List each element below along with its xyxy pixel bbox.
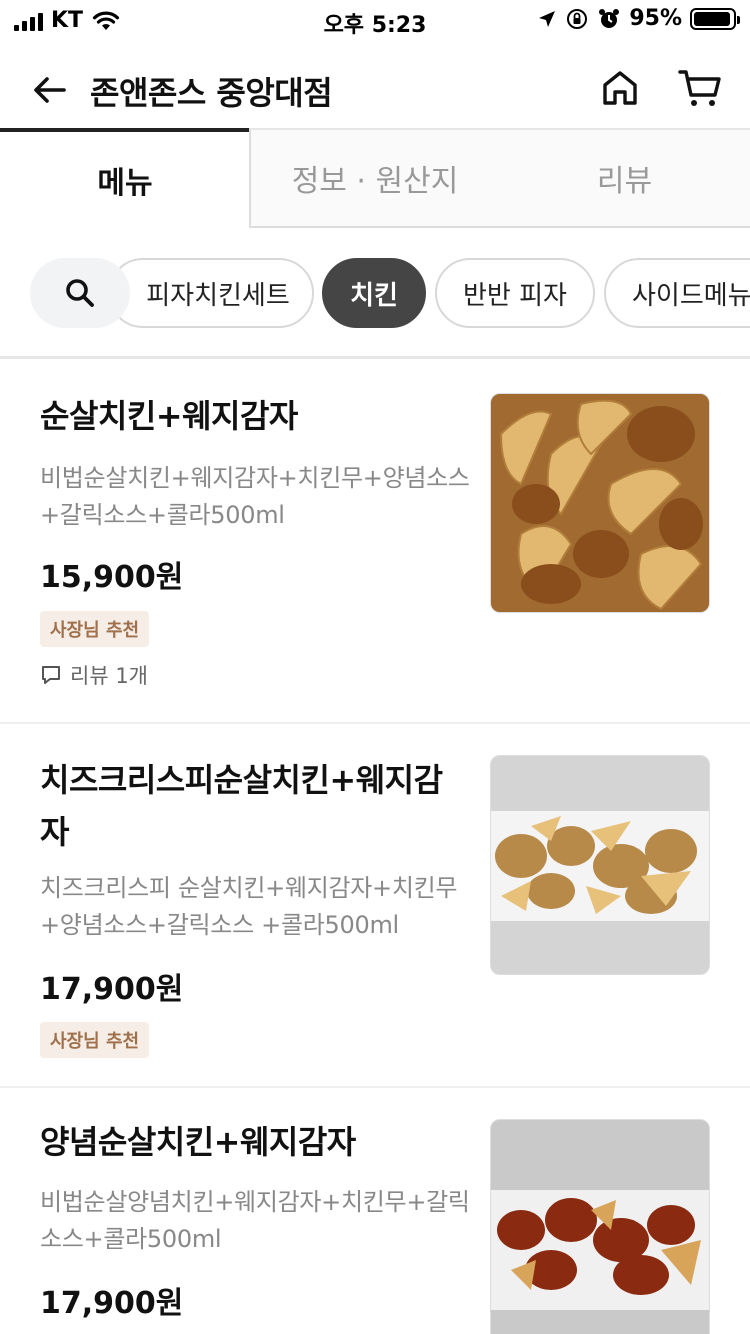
menu-item-photo (490, 755, 710, 975)
back-button[interactable] (28, 68, 72, 112)
menu-item-name: 치즈크리스피순살치킨+웨지감자 (40, 761, 443, 851)
home-icon (603, 71, 637, 105)
cart-icon (678, 70, 721, 106)
tab-review[interactable]: 리뷰 (499, 128, 750, 228)
seasoned-chicken-image (491, 1120, 709, 1334)
store-tabs: 메뉴 정보 · 원산지 리뷰 (0, 128, 750, 228)
cart-button[interactable] (676, 66, 724, 110)
page-title: 존앤존스 중앙대점 (90, 74, 333, 112)
menu-item-description: 비법순살치킨+웨지감자+치킨무+양념소스+갈릭소스+콜라500ml (40, 464, 470, 529)
review-count: 리뷰 1개 (40, 660, 148, 690)
menu-item[interactable]: 순살치킨+웨지감자 비법순살치킨+웨지감자+치킨무+양념소스+갈릭소스+콜라50… (0, 360, 750, 722)
menu-item-price: 17,900원 (40, 972, 184, 1007)
menu-item-description: 치즈크리스피 순살치킨+웨지감자+치킨무+양념소스+갈릭소스 +콜라500ml (40, 874, 458, 939)
tab-menu[interactable]: 메뉴 (0, 128, 250, 228)
section-divider (0, 356, 750, 359)
battery-percent: 95% (629, 6, 682, 31)
alarm-icon (599, 8, 620, 28)
battery-level (694, 11, 731, 26)
home-button[interactable] (598, 66, 642, 110)
crispy-chicken-platter-image (491, 756, 709, 974)
comment-icon (42, 666, 60, 684)
header: 존앤존스 중앙대점 (0, 50, 750, 128)
search-icon (66, 279, 94, 307)
fried-chicken-wedges-image (491, 394, 709, 612)
menu-search-button[interactable] (30, 258, 130, 328)
status-right: 95% (537, 6, 740, 31)
menu-item[interactable]: 양념순살치킨+웨지감자 비법순살양념치킨+웨지감자+치킨무+갈릭소스+콜라500… (0, 1088, 750, 1334)
status-bar: KT 오후 5:23 95% (0, 0, 750, 42)
menu-item-name: 순살치킨+웨지감자 (40, 397, 298, 435)
battery-icon (690, 7, 740, 30)
category-chip-half-half-pizza[interactable]: 반반 피자 (435, 258, 595, 328)
arrow-left-icon (34, 77, 66, 103)
owner-recommend-badge: 사장님 추천 (40, 611, 150, 647)
menu-item-photo (490, 1119, 710, 1334)
location-arrow-icon (539, 10, 556, 27)
menu-item[interactable]: 치즈크리스피순살치킨+웨지감자 치즈크리스피 순살치킨+웨지감자+치킨무+양념소… (0, 724, 750, 1086)
review-count-label: 리뷰 1개 (70, 664, 148, 688)
owner-recommend-badge: 사장님 추천 (40, 1022, 150, 1058)
menu-item-price: 15,900원 (40, 560, 184, 595)
category-chips: 피자치킨세트 치킨 반반 피자 사이드메뉴 (0, 256, 750, 330)
tab-info-origin[interactable]: 정보 · 원산지 (249, 128, 499, 228)
orientation-lock-icon (567, 8, 588, 29)
menu-item-photo (490, 393, 710, 613)
menu-item-name: 양념순살치킨+웨지감자 (40, 1123, 356, 1161)
category-chip-side-menu[interactable]: 사이드메뉴 (604, 258, 750, 328)
category-chip-pizza-chicken-set[interactable]: 피자치킨세트 (108, 258, 314, 328)
category-chip-chicken[interactable]: 치킨 (322, 258, 426, 328)
menu-item-price: 17,900원 (40, 1286, 184, 1321)
menu-item-description: 비법순살양념치킨+웨지감자+치킨무+갈릭소스+콜라500ml (40, 1188, 470, 1253)
